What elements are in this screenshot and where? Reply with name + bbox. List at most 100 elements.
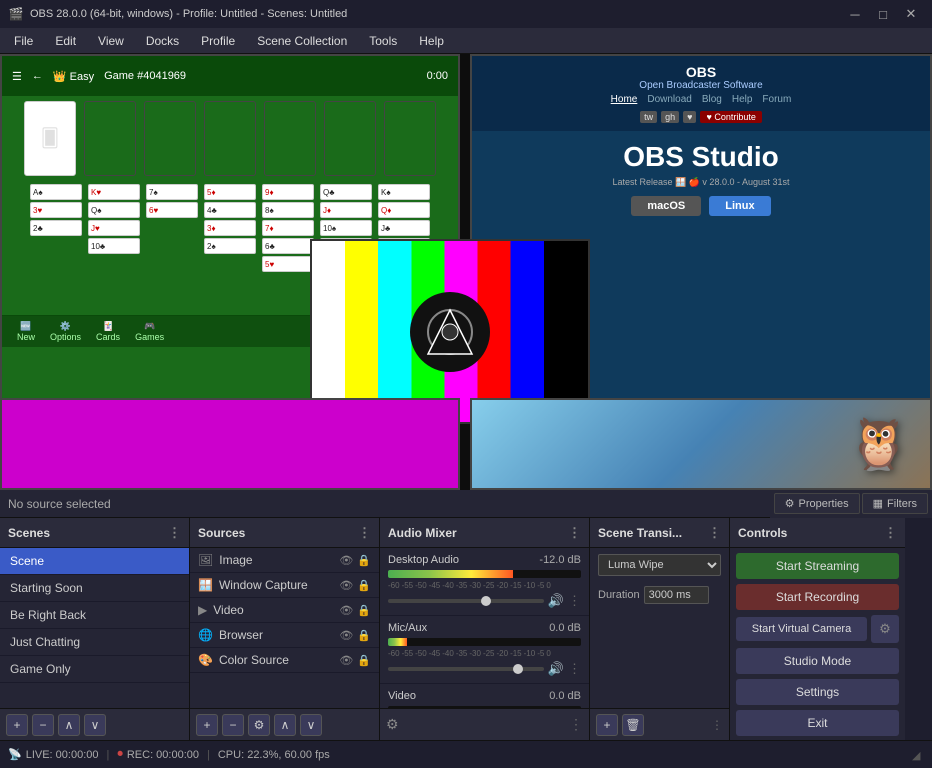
filter-icon: ▦ bbox=[873, 497, 883, 510]
audio-track-mic: Mic/Aux 0.0 dB -60-55-50-45-40-35-30-25-… bbox=[380, 616, 589, 684]
menu-file[interactable]: File bbox=[4, 32, 43, 50]
menu-scene-collection[interactable]: Scene Collection bbox=[247, 32, 357, 50]
source-settings-button[interactable]: ⚙ bbox=[248, 714, 270, 736]
remove-source-button[interactable]: − bbox=[222, 714, 244, 736]
source-video-eye-icon[interactable]: 👁 bbox=[339, 604, 353, 617]
virtual-camera-settings-button[interactable]: ⚙ bbox=[871, 615, 899, 643]
controls-panel-menu-icon[interactable]: ⋮ bbox=[884, 525, 897, 541]
source-item-window-capture[interactable]: 🪟 Window Capture 👁 🔒 bbox=[190, 573, 379, 598]
source-video-lock-icon[interactable]: 🔒 bbox=[357, 604, 371, 617]
mic-audio-header: Mic/Aux 0.0 dB bbox=[388, 622, 581, 634]
desktop-audio-mute-icon[interactable]: 🔊 bbox=[548, 593, 564, 609]
add-transition-button[interactable]: + bbox=[596, 714, 618, 736]
settings-button[interactable]: Settings bbox=[736, 679, 899, 705]
controls-panel-header: Controls ⋮ bbox=[730, 518, 905, 548]
source-item-color[interactable]: 🎨 Color Source 👁 🔒 bbox=[190, 648, 379, 673]
studio-mode-button[interactable]: Studio Mode bbox=[736, 648, 899, 674]
source-item-browser[interactable]: 🌐 Browser 👁 🔒 bbox=[190, 623, 379, 648]
remove-scene-button[interactable]: − bbox=[32, 714, 54, 736]
properties-tab[interactable]: ⚙ Properties bbox=[774, 493, 860, 514]
menu-edit[interactable]: Edit bbox=[45, 32, 86, 50]
audio-mixer-settings-icon[interactable]: ⚙ bbox=[386, 716, 399, 733]
source-browser-lock-icon[interactable]: 🔒 bbox=[357, 629, 371, 642]
mic-audio-meter bbox=[388, 638, 581, 646]
source-browser-controls: 👁 🔒 bbox=[339, 629, 371, 642]
properties-bar: ⚙ Properties ▦ Filters bbox=[770, 490, 932, 518]
source-image-eye-icon[interactable]: 👁 bbox=[339, 554, 353, 567]
desktop-audio-slider[interactable] bbox=[388, 599, 544, 603]
remove-transition-button[interactable]: 🗑 bbox=[622, 714, 644, 736]
add-scene-button[interactable]: + bbox=[6, 714, 28, 736]
resize-handle[interactable]: ◢ bbox=[912, 749, 924, 761]
mic-audio-slider[interactable] bbox=[388, 667, 544, 671]
mic-audio-mute-icon[interactable]: 🔊 bbox=[548, 661, 564, 677]
sources-panel-menu-icon[interactable]: ⋮ bbox=[358, 525, 371, 541]
desktop-audio-thumb bbox=[481, 596, 491, 606]
image-source-icon: 🖼 bbox=[198, 553, 213, 567]
scene-item-scene[interactable]: Scene bbox=[0, 548, 189, 575]
minimize-button[interactable]: ─ bbox=[842, 4, 868, 24]
color-source-icon: 🎨 bbox=[198, 653, 213, 667]
source-browser-eye-icon[interactable]: 👁 bbox=[339, 629, 353, 642]
scenes-panel-menu-icon[interactable]: ⋮ bbox=[168, 525, 181, 541]
browser-source-icon: 🌐 bbox=[198, 628, 213, 642]
move-scene-down-button[interactable]: ∨ bbox=[84, 714, 106, 736]
source-image-controls: 👁 🔒 bbox=[339, 554, 371, 567]
source-window-lock-icon[interactable]: 🔒 bbox=[357, 579, 371, 592]
preview-area: ☰←👑 EasyGame #40419690:00 🂠 A♠ 3♥ 2♣ K♥ bbox=[0, 54, 932, 490]
video-source-icon: ▶ bbox=[198, 603, 207, 617]
desktop-audio-meter bbox=[388, 570, 581, 578]
audio-mixer-menu-btn[interactable]: ⋮ bbox=[569, 716, 583, 733]
move-source-up-button[interactable]: ∧ bbox=[274, 714, 296, 736]
mic-audio-volume-row: 🔊 ⋮ bbox=[388, 661, 581, 677]
exit-button[interactable]: Exit bbox=[736, 710, 899, 736]
transition-type-select[interactable]: Luma Wipe bbox=[598, 554, 721, 576]
sources-list: 🖼 Image 👁 🔒 🪟 Window Capture 👁 🔒 bbox=[190, 548, 379, 708]
menu-view[interactable]: View bbox=[88, 32, 134, 50]
solitaire-header: ☰←👑 EasyGame #40419690:00 bbox=[2, 56, 458, 96]
audio-tracks-list: Desktop Audio -12.0 dB -60-55-50-45-40-3… bbox=[380, 548, 589, 708]
transitions-content: Luma Wipe Duration bbox=[590, 548, 729, 708]
start-streaming-button[interactable]: Start Streaming bbox=[736, 553, 899, 579]
source-item-image[interactable]: 🖼 Image 👁 🔒 bbox=[190, 548, 379, 573]
scene-item-starting-soon[interactable]: Starting Soon bbox=[0, 575, 189, 602]
scenes-panel-footer: + − ∧ ∨ bbox=[0, 708, 189, 740]
source-color-eye-icon[interactable]: 👁 bbox=[339, 654, 353, 667]
source-image-lock-icon[interactable]: 🔒 bbox=[357, 554, 371, 567]
transitions-panel-menu-icon[interactable]: ⋮ bbox=[708, 525, 721, 541]
filters-tab[interactable]: ▦ Filters bbox=[862, 493, 928, 514]
rec-icon: ⏺ bbox=[117, 748, 123, 761]
transitions-menu-icon[interactable]: ⋮ bbox=[711, 718, 723, 732]
gear-icon: ⚙ bbox=[879, 621, 891, 637]
mic-audio-meter-labels: -60-55-50-45-40-35-30-25-20-15-10-50 bbox=[388, 649, 581, 658]
source-window-eye-icon[interactable]: 👁 bbox=[339, 579, 353, 592]
audio-mixer-menu-icon[interactable]: ⋮ bbox=[568, 525, 581, 541]
live-status: LIVE: 00:00:00 bbox=[26, 749, 99, 761]
menu-tools[interactable]: Tools bbox=[359, 32, 407, 50]
source-color-controls: 👁 🔒 bbox=[339, 654, 371, 667]
preview-bird-scene: 🦉 bbox=[470, 398, 932, 490]
scene-item-just-chatting[interactable]: Just Chatting bbox=[0, 629, 189, 656]
mic-audio-menu-icon[interactable]: ⋮ bbox=[568, 661, 581, 677]
scene-item-game-only[interactable]: Game Only bbox=[0, 656, 189, 683]
scene-item-be-right-back[interactable]: Be Right Back bbox=[0, 602, 189, 629]
desktop-audio-menu-icon[interactable]: ⋮ bbox=[568, 593, 581, 609]
menu-docks[interactable]: Docks bbox=[136, 32, 189, 50]
start-recording-button[interactable]: Start Recording bbox=[736, 584, 899, 610]
add-source-button[interactable]: + bbox=[196, 714, 218, 736]
menu-profile[interactable]: Profile bbox=[191, 32, 245, 50]
status-bar: 📡 LIVE: 00:00:00 | ⏺ REC: 00:00:00 | CPU… bbox=[0, 740, 932, 768]
start-virtual-camera-button[interactable]: Start Virtual Camera bbox=[736, 617, 867, 641]
source-color-lock-icon[interactable]: 🔒 bbox=[357, 654, 371, 667]
obs-logo-overlay bbox=[410, 292, 490, 372]
duration-input[interactable] bbox=[644, 586, 709, 604]
move-scene-up-button[interactable]: ∧ bbox=[58, 714, 80, 736]
move-source-down-button[interactable]: ∨ bbox=[300, 714, 322, 736]
maximize-button[interactable]: □ bbox=[870, 4, 896, 24]
close-button[interactable]: ✕ bbox=[898, 4, 924, 24]
menu-help[interactable]: Help bbox=[409, 32, 454, 50]
app-icon: 🎬 bbox=[8, 6, 24, 22]
preview-testcard bbox=[310, 239, 590, 424]
source-item-video[interactable]: ▶ Video 👁 🔒 bbox=[190, 598, 379, 623]
scenes-panel-header: Scenes ⋮ bbox=[0, 518, 189, 548]
